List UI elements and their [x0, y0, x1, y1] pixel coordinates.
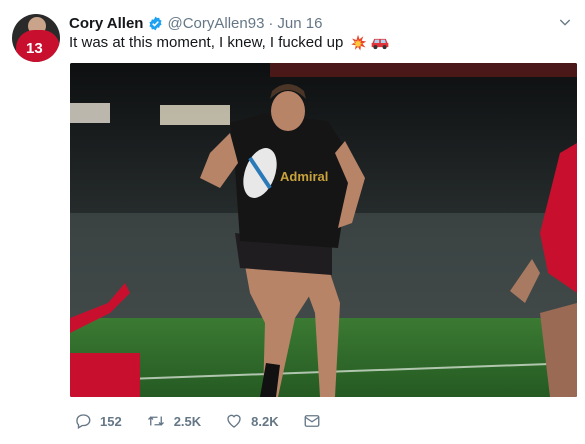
- shirt-sponsor-text: Admiral: [280, 169, 328, 184]
- collision-emoji-icon: [351, 34, 367, 51]
- tweet-date[interactable]: Jun 16: [277, 15, 322, 32]
- envelope-icon: [304, 415, 320, 427]
- direct-message-button[interactable]: [303, 412, 329, 430]
- reply-button[interactable]: 152: [74, 412, 122, 430]
- tweet-card[interactable]: 13 Cory Allen @CoryAllen93 · Jun 16 It w…: [0, 0, 585, 444]
- tweet-text-content: It was at this moment, I knew, I fucked …: [69, 34, 344, 51]
- tweet-actions: 152 2.5K 8.2K: [74, 412, 353, 430]
- car-emoji-icon: [371, 38, 389, 50]
- retweet-button[interactable]: 2.5K: [146, 412, 201, 430]
- tweet-photo[interactable]: Admiral: [70, 63, 577, 397]
- like-count: 8.2K: [251, 413, 279, 429]
- author-handle[interactable]: @CoryAllen93: [167, 15, 264, 32]
- verified-badge-icon: [149, 16, 163, 30]
- heart-icon: [227, 414, 241, 428]
- tweet-header: Cory Allen @CoryAllen93 · Jun 16: [69, 13, 322, 33]
- author-name[interactable]: Cory Allen: [69, 15, 143, 32]
- tweet-text: It was at this moment, I knew, I fucked …: [69, 33, 390, 53]
- rugby-photo-illustration: Admiral: [70, 63, 577, 397]
- reply-count: 152: [100, 413, 122, 429]
- like-button[interactable]: 8.2K: [225, 412, 279, 430]
- separator-dot: ·: [268, 14, 274, 32]
- avatar[interactable]: 13: [12, 14, 60, 62]
- avatar-jersey-number: 13: [26, 40, 43, 57]
- reply-icon: [76, 414, 91, 429]
- retweet-icon: [147, 416, 164, 426]
- chevron-down-icon[interactable]: [557, 14, 573, 30]
- retweet-count: 2.5K: [173, 413, 202, 429]
